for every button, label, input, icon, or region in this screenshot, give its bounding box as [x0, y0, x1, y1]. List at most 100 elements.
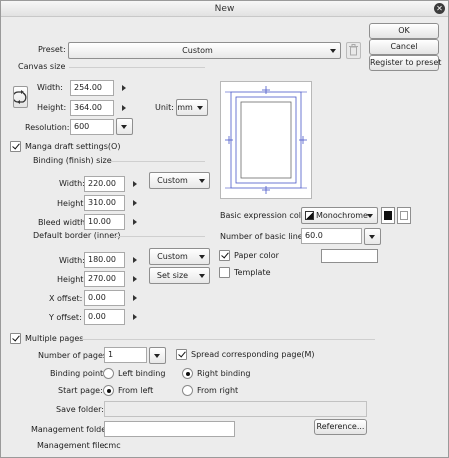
close-icon[interactable]: ✕	[434, 3, 445, 14]
monochrome-icon	[305, 211, 314, 220]
paper-color-label: Paper color	[234, 251, 279, 260]
binding-size-preset-dropdown[interactable]: Custom	[149, 172, 210, 189]
binding-size-preset-value: Custom	[157, 176, 188, 185]
chevron-down-icon	[369, 235, 375, 239]
border-preset-value: Custom	[157, 252, 188, 261]
color-swatch-icon[interactable]	[381, 207, 395, 224]
binding-height-field[interactable]: 310.00	[84, 195, 125, 211]
paper-color-checkbox[interactable]	[219, 250, 230, 261]
management-file-label: Management file:	[37, 441, 108, 450]
color-swatch-icon[interactable]	[397, 207, 411, 224]
cancel-button[interactable]: Cancel	[369, 39, 439, 55]
spread-page-checkbox[interactable]	[176, 349, 187, 360]
bleed-width-stepper-icon[interactable]	[133, 219, 137, 225]
border-width-stepper-icon[interactable]	[133, 257, 137, 263]
y-offset-stepper-icon[interactable]	[133, 314, 137, 320]
expression-color-dropdown[interactable]: Monochrome	[301, 207, 378, 224]
template-label: Template	[234, 268, 271, 277]
divider	[79, 339, 375, 340]
canvas-width-field[interactable]: 254.00	[70, 80, 114, 96]
border-width-label: Width:	[59, 256, 85, 265]
unit-label: Unit:	[155, 103, 174, 112]
border-preset-dropdown[interactable]: Custom	[149, 248, 210, 265]
set-size-value: Set size	[156, 271, 189, 280]
start-page-label: Start page:	[58, 386, 103, 395]
from-left-label: From left	[118, 386, 154, 395]
x-offset-field[interactable]: 0.00	[84, 290, 125, 306]
chevron-down-icon	[199, 179, 205, 183]
resolution-label: Resolution:	[25, 123, 70, 132]
border-width-field[interactable]: 180.00	[84, 252, 125, 268]
expression-color-value: Monochrome	[316, 211, 368, 220]
y-offset-label: Y offset:	[49, 313, 82, 322]
x-offset-stepper-icon[interactable]	[133, 295, 137, 301]
set-size-dropdown[interactable]: Set size	[149, 267, 210, 284]
y-offset-field[interactable]: 0.00	[84, 309, 125, 325]
chevron-down-icon	[197, 106, 203, 110]
chevron-down-icon	[199, 255, 205, 259]
border-height-label: Height:	[57, 275, 87, 284]
binding-height-label: Height:	[57, 199, 87, 208]
right-binding-label: Right binding	[197, 369, 251, 378]
new-dialog: New ✕ OK Cancel Register to preset Prese…	[0, 0, 449, 458]
canvas-height-field[interactable]: 364.00	[70, 100, 114, 116]
unit-value: mm	[177, 103, 193, 112]
canvas-width-label: Width:	[37, 83, 63, 92]
save-folder-label: Save folder:	[56, 405, 104, 414]
multiple-pages-checkbox[interactable]	[10, 333, 21, 344]
binding-width-stepper-icon[interactable]	[133, 181, 137, 187]
preset-label: Preset:	[38, 45, 66, 54]
preview-icon	[220, 81, 312, 199]
management-folder-field[interactable]	[104, 421, 235, 437]
number-of-pages-field[interactable]: 1	[104, 347, 147, 363]
spread-page-label: Spread corresponding page(M)	[191, 350, 315, 359]
unit-dropdown[interactable]: mm	[176, 99, 208, 116]
default-border-section: Default border (inner)	[33, 231, 121, 240]
chevron-down-icon	[199, 274, 205, 278]
ok-button[interactable]: OK	[369, 23, 439, 39]
multiple-pages-label: Multiple pages	[25, 334, 84, 343]
basic-lines-dropdown[interactable]	[364, 228, 381, 245]
border-height-stepper-icon[interactable]	[133, 276, 137, 282]
paper-color-swatch[interactable]	[321, 249, 378, 263]
canvas-height-label: Height:	[37, 103, 67, 112]
register-preset-button[interactable]: Register to preset	[369, 55, 441, 71]
border-height-field[interactable]: 270.00	[84, 271, 125, 287]
title-bar: New ✕	[1, 1, 448, 17]
save-folder-field[interactable]	[104, 401, 367, 417]
width-stepper-icon[interactable]	[122, 85, 126, 91]
basic-lines-field[interactable]: 60.0	[301, 228, 362, 244]
right-binding-radio[interactable]	[182, 368, 193, 379]
binding-width-field[interactable]: 220.00	[84, 176, 125, 192]
binding-width-label: Width:	[59, 179, 85, 188]
from-left-radio[interactable]	[103, 385, 114, 396]
number-of-pages-dropdown[interactable]	[149, 347, 166, 364]
preset-value: Custom	[182, 46, 213, 55]
trash-icon[interactable]	[346, 42, 361, 59]
chevron-down-icon	[330, 49, 336, 53]
chevron-down-icon	[154, 354, 160, 358]
chevron-down-icon	[121, 125, 127, 129]
resolution-field[interactable]: 600	[70, 119, 114, 135]
bleed-width-label: Bleed width:	[38, 218, 88, 227]
template-checkbox[interactable]	[219, 267, 230, 278]
preset-dropdown[interactable]: Custom	[68, 42, 341, 59]
management-file-value: cmc	[104, 441, 121, 450]
resolution-dropdown[interactable]	[116, 118, 133, 135]
number-of-basic-lines-label: Number of basic lines:	[220, 232, 310, 241]
bleed-width-field[interactable]: 10.00	[84, 214, 125, 230]
divider	[69, 67, 205, 68]
binding-point-label: Binding point:	[50, 369, 106, 378]
from-right-label: From right	[197, 386, 239, 395]
reference-button[interactable]: Reference...	[314, 419, 367, 435]
canvas-size-section: Canvas size	[18, 62, 66, 71]
from-right-radio[interactable]	[182, 385, 193, 396]
swap-icon[interactable]	[12, 86, 28, 108]
left-binding-radio[interactable]	[103, 368, 114, 379]
window-title: New	[214, 4, 235, 14]
manga-draft-label: Manga draft settings(O)	[25, 142, 121, 151]
height-stepper-icon[interactable]	[122, 105, 126, 111]
manga-draft-checkbox[interactable]	[10, 141, 21, 152]
binding-height-stepper-icon[interactable]	[133, 200, 137, 206]
divider	[109, 161, 205, 162]
